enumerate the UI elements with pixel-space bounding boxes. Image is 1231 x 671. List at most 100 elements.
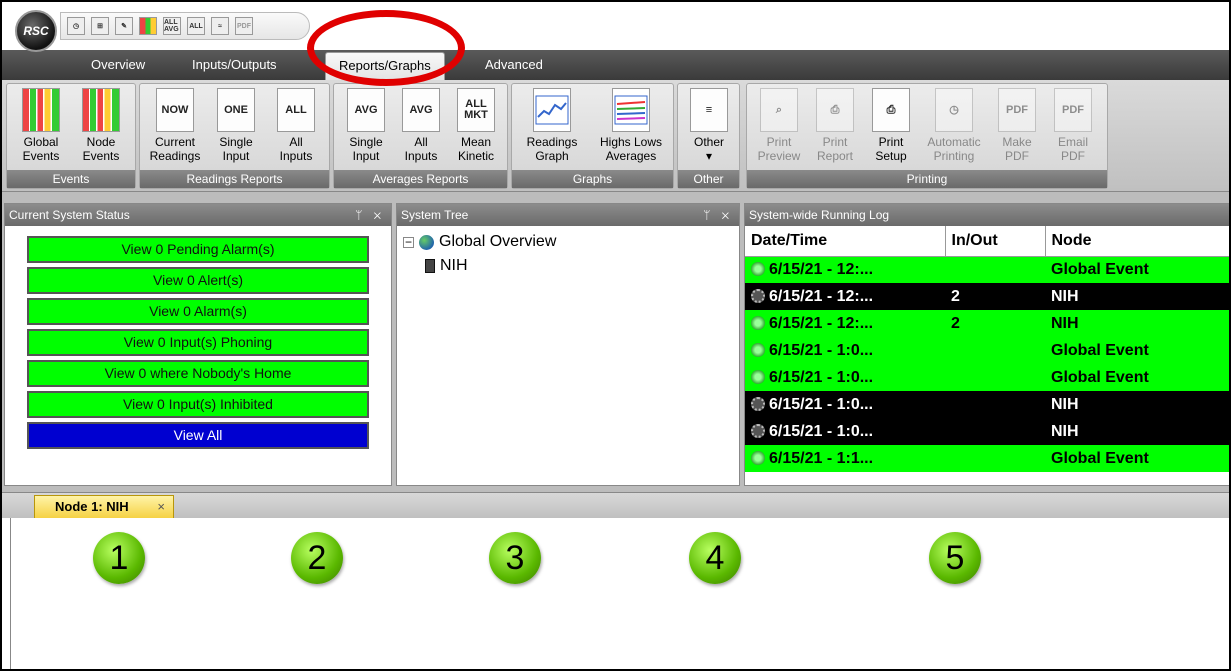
clock-icon[interactable]: ◷ [67,17,85,35]
one-icon: ONE [217,88,255,132]
all-icon[interactable]: ALL [187,17,205,35]
system-tree: − Global Overview NIH [397,226,739,282]
global-events-button[interactable]: Global Events [13,88,69,168]
table-cell: Global Event [1045,256,1229,283]
tab-advanced[interactable]: Advanced [485,57,543,72]
make-pdf-button[interactable]: PDF Make PDF [991,88,1043,168]
group-caption: Readings Reports [140,170,329,188]
group-caption: Averages Reports [334,170,507,188]
device-icon [425,259,435,273]
quick-access-bar: ◷ ⊞ ✎ ALL AVG ALL ≈ PDF [60,12,310,40]
table-cell: 6/15/21 - 1:0... [745,391,945,418]
tab-node-1-nih[interactable]: Node 1: NIH × [34,495,174,519]
table-cell: 6/15/21 - 1:1... [745,445,945,472]
view-inputs-inhibited-button[interactable]: View 0 Input(s) Inhibited [27,391,369,418]
single-input-average-button[interactable]: AVG Single Input [340,88,392,168]
table-row[interactable]: 6/15/21 - 1:0... Global Event [745,337,1229,364]
tree-icon[interactable]: ⊞ [91,17,109,35]
group-caption: Printing [747,170,1107,188]
highs-lows-averages-button[interactable]: Highs Lows Averages [592,88,670,168]
table-cell: 6/15/21 - 12:... [745,310,945,337]
table-cell: 6/15/21 - 12:... [745,256,945,283]
mean-kinetic-button[interactable]: ALL MKT Mean Kinetic [450,88,502,168]
bars-icon[interactable] [139,17,157,35]
table-cell [945,445,1045,472]
view-inputs-phoning-button[interactable]: View 0 Input(s) Phoning [27,329,369,356]
all-inputs-average-button[interactable]: AVG All Inputs [395,88,447,168]
view-nobody-home-button[interactable]: View 0 where Nobody's Home [27,360,369,387]
callout-3: 3 [489,532,541,584]
table-cell: NIH [1045,391,1229,418]
column-header[interactable]: Date/Time [745,226,946,257]
print-setup-button[interactable]: ⎙ Print Setup [865,88,917,168]
table-row[interactable]: 6/15/21 - 1:0... NIH [745,391,1229,418]
close-icon[interactable]: × [157,496,165,518]
graph-icon[interactable]: ≈ [211,17,229,35]
view-alarms-button[interactable]: View 0 Alarm(s) [27,298,369,325]
other-dropdown-button[interactable]: ≡ Other ▾ [683,88,735,168]
gear-icon [751,288,765,303]
view-alerts-button[interactable]: View 0 Alert(s) [27,267,369,294]
group-caption: Other [678,170,739,188]
table-cell: NIH [1045,283,1229,310]
table-row[interactable]: 6/15/21 - 1:0... Global Event [745,364,1229,391]
events-report-icon [22,88,60,132]
document-icon: ≡ [690,88,728,132]
group-readings-reports: NOW Current Readings ONE Single Input ALL All… [139,83,330,189]
print-setup-icon: ⎙ [872,88,910,132]
table-cell: 6/15/21 - 1:0... [745,337,945,364]
print-report-button[interactable]: ⎙ Print Report [809,88,861,168]
group-printing: ⌕ Print Preview ⎙ Print Report ⎙ Print Setup ◷… [746,83,1108,189]
column-header[interactable]: In/Out [945,226,1046,257]
table-cell: 2 [945,310,1045,337]
table-cell: NIH [1045,418,1229,445]
pin-close-icons[interactable]: ᛘ ✕ [355,204,385,226]
tree-node-global-overview[interactable]: − Global Overview [403,230,733,254]
ribbon-tab-bar: Overview Inputs/Outputs Reports/Graphs A… [2,50,1229,80]
highlight-circle [307,10,465,86]
group-averages-reports: AVG Single Input AVG All Inputs ALL MKT Mean K… [333,83,508,189]
table-cell [945,418,1045,445]
all-avg-icon[interactable]: ALL AVG [163,17,181,35]
tab-inputs-outputs[interactable]: Inputs/Outputs [192,57,277,72]
group-events: Global Events Node Events Events [6,83,136,189]
table-row[interactable]: 6/15/21 - 12:... Global Event [745,256,1229,283]
current-readings-button[interactable]: NOW Current Readings [146,88,204,168]
table-row[interactable]: 6/15/21 - 12:... 2 NIH [745,310,1229,337]
edit-icon[interactable]: ✎ [115,17,133,35]
callout-2: 2 [291,532,343,584]
email-pdf-button[interactable]: PDF Email PDF [1047,88,1099,168]
table-row[interactable]: 6/15/21 - 1:1... Global Event [745,445,1229,472]
group-graphs: Readings Graph Highs Lows Averages Graphs [511,83,674,189]
print-preview-button[interactable]: ⌕ Print Preview [753,88,805,168]
magnifier-icon: ⌕ [760,88,798,132]
table-row[interactable]: 6/15/21 - 12:... 2 NIH [745,283,1229,310]
document-area [10,518,1229,669]
document-tab-bar: Node 1: NIH × [2,492,1229,519]
single-input-button[interactable]: ONE Single Input [208,88,264,168]
app-logo[interactable]: RSC [15,10,57,52]
all-mkt-icon: ALL MKT [457,88,495,132]
quick-access-toolbar: RSC ◷ ⊞ ✎ ALL AVG ALL ≈ PDF [2,2,1229,52]
table-cell: 6/15/21 - 1:0... [745,418,945,445]
tree-node-nih[interactable]: NIH [403,254,733,278]
readings-graph-button[interactable]: Readings Graph [518,88,586,168]
ribbon: Global Events Node Events Events NOW Curren… [2,80,1229,192]
pdf-icon[interactable]: PDF [235,17,253,35]
table-cell: Global Event [1045,445,1229,472]
table-row[interactable]: 6/15/21 - 1:0... NIH [745,418,1229,445]
collapse-icon[interactable]: − [403,236,414,248]
column-header[interactable]: Node [1045,226,1229,257]
view-pending-alarms-button[interactable]: View 0 Pending Alarm(s) [27,236,369,263]
events-report-icon [82,88,120,132]
line-graph-icon [533,88,571,132]
group-caption: Graphs [512,170,673,188]
automatic-printing-button[interactable]: ◷ Automatic Printing [921,88,987,168]
multi-line-graph-icon [612,88,650,132]
table-cell: NIH [1045,310,1229,337]
node-events-button[interactable]: Node Events [73,88,129,168]
view-all-button[interactable]: View All [27,422,369,449]
all-inputs-button[interactable]: ALL All Inputs [268,88,324,168]
tab-overview[interactable]: Overview [91,57,145,72]
pin-close-icons[interactable]: ᛘ ✕ [703,204,733,226]
